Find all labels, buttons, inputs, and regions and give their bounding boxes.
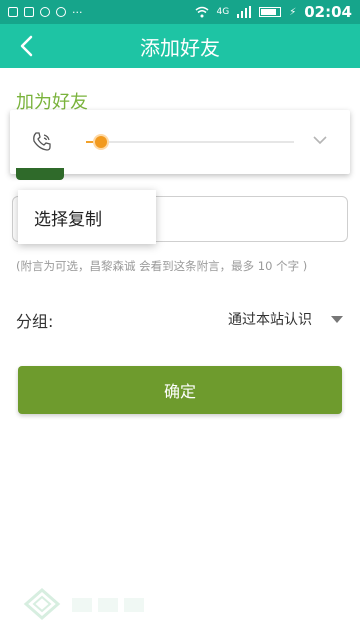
watermark-logo bbox=[23, 588, 144, 620]
grid-icon bbox=[24, 7, 34, 17]
system-icons: 4G ⚡ 02:04 bbox=[195, 3, 352, 21]
chevron-down-icon[interactable] bbox=[312, 132, 328, 148]
group-row: 分组: 通过本站认识 bbox=[0, 302, 360, 336]
title-bar: 添加好友 bbox=[0, 24, 360, 68]
image-icon bbox=[8, 7, 18, 17]
menu-item-select-copy[interactable]: 选择复制 bbox=[34, 205, 102, 230]
chat-icon bbox=[56, 7, 66, 17]
charging-icon: ⚡ bbox=[289, 6, 297, 18]
slider-thumb[interactable] bbox=[94, 136, 107, 148]
avatar bbox=[16, 168, 64, 180]
phone-icon[interactable] bbox=[30, 130, 54, 154]
notification-icons: ··· bbox=[8, 6, 83, 19]
wifi-icon bbox=[195, 6, 208, 18]
more-icon: ··· bbox=[72, 5, 83, 19]
battery-icon bbox=[259, 7, 282, 17]
signal-icon bbox=[237, 6, 252, 18]
status-bar: ··· 4G ⚡ 02:04 bbox=[0, 0, 360, 24]
page-title: 添加好友 bbox=[140, 35, 220, 60]
hint-text: (附言为可选，昌黎森诚 会看到这条附言，最多 10 个字 ) bbox=[16, 259, 308, 273]
floating-call-widget[interactable] bbox=[10, 110, 350, 174]
context-menu: 选择复制 bbox=[18, 190, 156, 244]
confirm-button[interactable]: 确定 bbox=[18, 366, 342, 414]
chevron-left-icon[interactable] bbox=[12, 32, 40, 60]
group-select[interactable]: 通过本站认识 bbox=[228, 309, 312, 329]
group-label: 分组: bbox=[16, 312, 54, 331]
progress-slider[interactable] bbox=[86, 136, 294, 148]
chat-icon bbox=[40, 7, 50, 17]
clock: 02:04 bbox=[304, 3, 352, 21]
dropdown-arrow-icon[interactable] bbox=[331, 316, 343, 323]
network-type: 4G bbox=[216, 7, 230, 17]
